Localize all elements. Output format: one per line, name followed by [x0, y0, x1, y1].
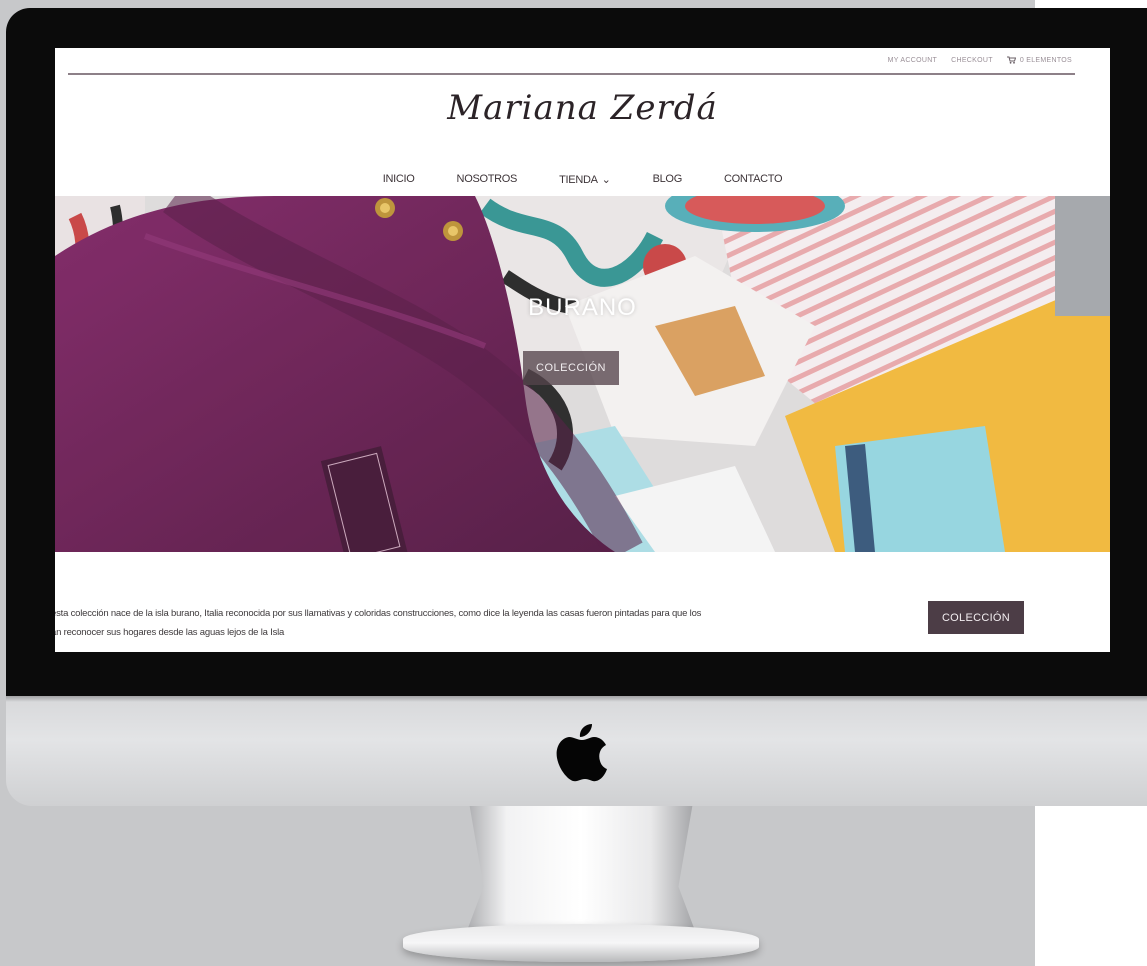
nav-item-blog[interactable]: BLOG — [653, 173, 683, 186]
hero-collection-button[interactable]: COLECCIÓN — [523, 351, 619, 385]
my-account-link[interactable]: MY ACCOUNT — [888, 57, 938, 64]
hero-banner: BURANO COLECCIÓN — [55, 196, 1110, 552]
hero-title: BURANO — [528, 294, 637, 321]
chin-shadow — [6, 696, 1147, 702]
account-bar: MY ACCOUNT CHECKOUT 0 ELEMENTOS — [888, 56, 1072, 64]
description-line-2: an reconocer sus hogares desde las aguas… — [55, 627, 285, 638]
chevron-down-icon: ⌄ — [601, 174, 611, 186]
nav-item-inicio[interactable]: INICIO — [383, 173, 415, 186]
description-collection-button[interactable]: COLECCIÓN — [928, 601, 1024, 634]
monitor-stand-neck — [465, 806, 697, 936]
cart-link[interactable]: 0 ELEMENTOS — [1006, 56, 1072, 64]
nav-item-tienda-label: TIENDA — [559, 174, 598, 186]
website-screen: MY ACCOUNT CHECKOUT 0 ELEMENTOS Mariana … — [55, 48, 1110, 652]
nav-item-nosotros[interactable]: NOSOTROS — [457, 173, 518, 186]
monitor-stand-foot — [403, 924, 759, 962]
nav-item-contacto[interactable]: CONTACTO — [724, 173, 783, 186]
checkout-link[interactable]: CHECKOUT — [951, 57, 993, 64]
cart-count: 0 ELEMENTOS — [1019, 56, 1072, 64]
header-divider — [68, 73, 1075, 75]
brand-logo[interactable]: Mariana Zerdá — [55, 88, 1110, 128]
nav-item-tienda[interactable]: TIENDA ⌄ — [559, 173, 611, 186]
apple-logo-icon — [556, 724, 607, 782]
description-line-1: esta colección nace de la isla burano, I… — [55, 608, 702, 619]
cart-icon — [1006, 56, 1016, 64]
collection-description: esta colección nace de la isla burano, I… — [55, 604, 891, 642]
main-nav: INICIO NOSOTROS TIENDA ⌄ BLOG CONTACTO — [55, 173, 1110, 186]
imac-mockup: MY ACCOUNT CHECKOUT 0 ELEMENTOS Mariana … — [0, 0, 1147, 966]
